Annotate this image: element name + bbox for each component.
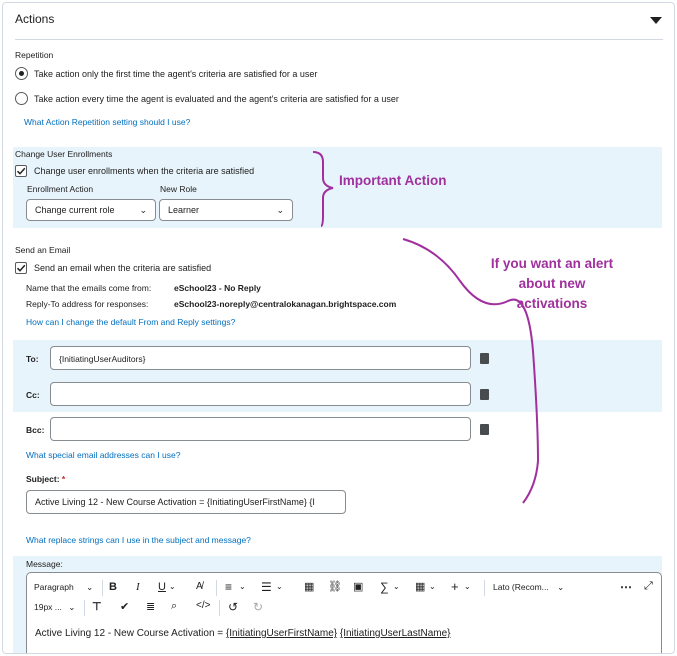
new-role-value: Learner: [168, 205, 200, 215]
subject-input-value: Active Living 12 - New Course Activation…: [35, 497, 315, 507]
reply-value: eSchool23-noreply@centralokanagan.bright…: [174, 299, 397, 309]
enrollment-action-select[interactable]: Change current role ⌄: [26, 199, 156, 221]
header-divider: [15, 39, 663, 40]
enrollment-action-label: Enrollment Action: [27, 184, 94, 194]
chevron-down-icon[interactable]: ⌄: [393, 582, 400, 591]
alert-annotation: If you want an alert about new activatio…: [490, 256, 614, 311]
radio-first-time[interactable]: [15, 67, 28, 80]
bold-icon[interactable]: B: [109, 581, 117, 593]
paragraph-value: Paragraph: [34, 582, 74, 592]
message-token-first: {InitiatingUserFirstName}: [225, 628, 338, 639]
enrollment-action-value: Change current role: [35, 205, 115, 215]
size-value: 19px ...: [34, 602, 62, 612]
cc-label: Cc:: [26, 390, 40, 400]
font-value: Lato (Recom...: [493, 582, 549, 592]
insert-icon[interactable]: +: [451, 579, 459, 594]
enrollments-heading: Change User Enrollments: [15, 149, 113, 159]
toolbar-divider: [484, 580, 485, 596]
from-label: Name that the emails come from:: [26, 283, 152, 293]
italic-icon[interactable]: I: [136, 581, 140, 593]
source-code-icon[interactable]: </>: [196, 600, 210, 611]
new-role-select[interactable]: Learner ⌄: [159, 199, 293, 221]
important-action-annotation: Important Action: [339, 173, 447, 188]
toolbar-divider: [102, 580, 103, 596]
enrollments-checkbox[interactable]: [15, 165, 27, 177]
redo-icon[interactable]: ↻: [253, 600, 263, 614]
radio-every-time[interactable]: [15, 92, 28, 105]
font-select[interactable]: Lato (Recom... ⌄: [493, 582, 564, 593]
message-prefix: Active Living 12 - New Course Activation…: [35, 628, 226, 639]
chevron-down-icon[interactable]: ⌄: [169, 582, 176, 591]
subject-label-text: Subject:: [26, 474, 60, 484]
accessibility-check-icon[interactable]: ✔: [120, 600, 129, 613]
to-label: To:: [26, 354, 39, 364]
word-count-icon[interactable]: ≣: [146, 600, 155, 613]
link-icon[interactable]: ⛓: [328, 580, 342, 593]
text-color-icon[interactable]: A̸: [196, 581, 203, 592]
message-token-last: {InitiatingUserLastName}: [339, 628, 451, 639]
list-icon[interactable]: ☰: [261, 580, 272, 594]
underline-icon[interactable]: U: [158, 581, 166, 593]
new-role-label: New Role: [160, 184, 197, 194]
chevron-down-icon: ⌄: [68, 602, 76, 612]
chevron-down-icon[interactable]: ⌄: [239, 582, 246, 591]
collapse-icon[interactable]: [650, 17, 662, 24]
insert-stuff-icon[interactable]: ▦: [304, 580, 314, 593]
chevron-down-icon: ⌄: [557, 582, 565, 592]
message-content[interactable]: Active Living 12 - New Course Activation…: [35, 628, 451, 639]
size-select[interactable]: 19px ... ⌄: [34, 602, 75, 613]
email-heading: Send an Email: [15, 245, 71, 255]
change-settings-link[interactable]: How can I change the default From and Re…: [26, 317, 235, 327]
equation-icon[interactable]: ∑: [380, 580, 389, 594]
replace-strings-link[interactable]: What replace strings can I use in the su…: [26, 535, 251, 545]
required-marker: *: [61, 474, 66, 484]
message-label: Message:: [26, 559, 63, 569]
special-addresses-link[interactable]: What special email addresses can I use?: [26, 450, 181, 460]
check-icon: [16, 264, 26, 272]
paragraph-select[interactable]: Paragraph ⌄: [34, 582, 93, 593]
reply-label: Reply-To address for responses:: [26, 299, 149, 309]
chevron-down-icon: ⌄: [139, 205, 147, 215]
from-value: eSchool23 - No Reply: [174, 283, 261, 293]
check-icon: [16, 167, 26, 175]
message-editor[interactable]: [26, 572, 662, 653]
image-icon[interactable]: ▣: [353, 580, 363, 593]
table-icon[interactable]: ▦: [415, 580, 425, 593]
undo-icon[interactable]: ↺: [228, 600, 238, 614]
enrollments-checkbox-label: Change user enrollments when the criteri…: [34, 166, 255, 176]
radio-every-time-label: Take action every time the agent is eval…: [34, 94, 399, 104]
email-checkbox[interactable]: [15, 262, 27, 274]
repetition-help-link[interactable]: What Action Repetition setting should I …: [24, 117, 190, 127]
more-icon[interactable]: ⋯: [620, 580, 632, 594]
radio-first-time-label: Take action only the first time the agen…: [34, 69, 318, 79]
chevron-down-icon: ⌄: [86, 582, 94, 592]
section-title: Actions: [15, 12, 55, 26]
chevron-down-icon[interactable]: ⌄: [464, 582, 471, 591]
to-input-value: {InitiatingUserAuditors}: [59, 354, 146, 364]
align-icon[interactable]: ≡: [225, 580, 232, 594]
toolbar-divider: [216, 580, 217, 596]
subject-input[interactable]: Active Living 12 - New Course Activation…: [26, 490, 346, 514]
find-replace-icon[interactable]: ⌕: [171, 600, 177, 613]
fullscreen-icon[interactable]: ⤢: [644, 580, 653, 593]
repetition-heading: Repetition: [15, 50, 54, 60]
subject-label: Subject: *: [26, 474, 65, 484]
email-checkbox-label: Send an email when the criteria are sati…: [34, 263, 212, 273]
chevron-down-icon[interactable]: ⌄: [276, 582, 283, 591]
format-painter-icon[interactable]: ⊤: [92, 600, 102, 613]
toolbar-divider: [84, 600, 85, 616]
chevron-down-icon: ⌄: [276, 205, 284, 215]
toolbar-divider: [219, 600, 220, 616]
curly-brace-annotation: [312, 151, 334, 227]
actions-panel: Actions Repetition Take action only the …: [2, 2, 675, 654]
bcc-label: Bcc:: [26, 425, 45, 435]
chevron-down-icon[interactable]: ⌄: [429, 582, 436, 591]
